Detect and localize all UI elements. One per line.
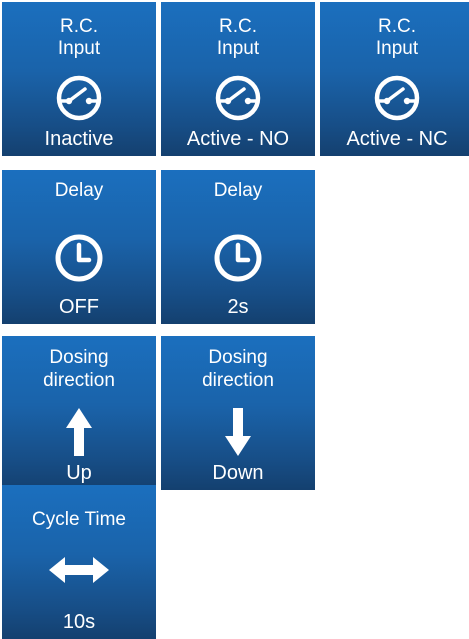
tile-value: 2s (227, 296, 249, 318)
tile-value: Down (212, 462, 264, 484)
tile-value: Active - NC (346, 128, 448, 150)
tile-title: Delay (213, 180, 263, 201)
tile-title: R.C. Input (216, 16, 260, 59)
clock-icon (212, 232, 264, 284)
rc-input-active-no-tile[interactable]: R.C. Input Active - NO (161, 2, 315, 156)
tile-value: 10s (62, 611, 96, 633)
clock-icon (53, 232, 105, 284)
arrow-down-icon (223, 406, 253, 458)
switch-icon (55, 74, 103, 122)
tile-value: OFF (59, 296, 99, 318)
switch-icon (373, 74, 421, 122)
delay-off-tile[interactable]: Delay OFF (2, 170, 156, 324)
tile-value: Active - NO (186, 128, 290, 150)
tile-title: Delay (54, 180, 104, 201)
dosing-direction-down-tile[interactable]: Dosing direction Down (161, 336, 315, 490)
tile-title: R.C. Input (57, 16, 101, 59)
tile-value: Up (66, 462, 92, 484)
tile-title: Cycle Time (32, 509, 126, 530)
rc-input-inactive-tile[interactable]: R.C. Input Inactive (2, 2, 156, 156)
cycle-time-tile[interactable]: Cycle Time 10s (2, 485, 156, 639)
arrow-up-icon (64, 406, 94, 458)
tile-title: R.C. Input (375, 16, 419, 59)
double-arrow-icon (47, 555, 111, 585)
tile-title: Dosing direction (43, 347, 115, 391)
delay-2s-tile[interactable]: Delay 2s (161, 170, 315, 324)
tile-title: Dosing direction (202, 347, 274, 391)
dosing-direction-up-tile[interactable]: Dosing direction Up (2, 336, 156, 490)
switch-icon (214, 74, 262, 122)
tile-value: Inactive (44, 128, 114, 150)
rc-input-active-nc-tile[interactable]: R.C. Input Active - NC (320, 2, 469, 156)
